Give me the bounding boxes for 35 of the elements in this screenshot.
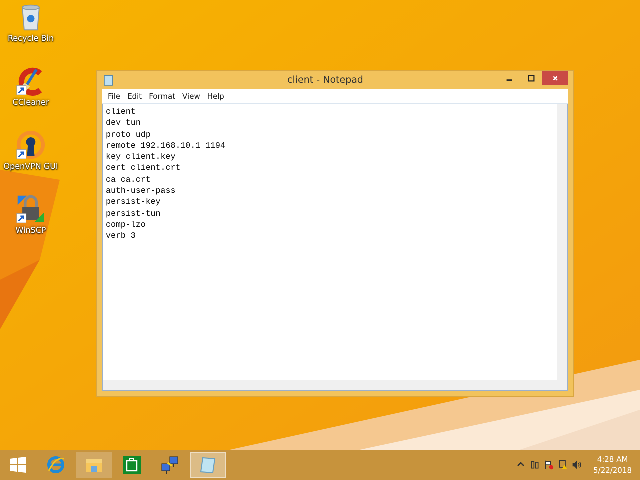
vertical-scrollbar[interactable] [557, 104, 567, 380]
close-button[interactable] [542, 71, 568, 85]
horizontal-scrollbar[interactable] [102, 380, 568, 391]
padlock-icon[interactable] [16, 194, 46, 224]
browser-e-icon [46, 455, 66, 475]
desktop-icon-label: OpenVPN GUI [4, 162, 58, 171]
text-line: auth-user-pass [106, 186, 177, 198]
devices-icon[interactable] [530, 460, 540, 470]
text-editor[interactable]: client dev tun proto udp remote 192.168.10.1 1194 key client.key cert client.crt ca ca.crt auth-user-pass persist-key persist-tun comp-lzo verb 3 [102, 104, 568, 380]
store-bag-icon [122, 455, 142, 475]
text-line: client [106, 107, 137, 118]
flag-error-icon[interactable] [544, 460, 554, 470]
text-line: ca ca.crt [106, 174, 152, 186]
text-line: cert client.crt [106, 163, 182, 175]
notepad-icon [198, 455, 218, 475]
text-line: dev tun [106, 118, 142, 130]
text-line: verb 3 [106, 231, 137, 243]
desktop-icon-label: WinSCP [16, 226, 46, 235]
desktop-icon-label: CCleaner [12, 98, 50, 107]
network-computers-icon [160, 455, 180, 475]
text-line: persist-key [106, 197, 162, 209]
text-line: key client.key [106, 152, 177, 164]
notepad-icon [104, 74, 113, 86]
text-line: proto udp [106, 130, 152, 141]
window-title: client - Notepad [286, 74, 364, 86]
windows-start-icon [8, 455, 28, 475]
speaker-icon[interactable] [572, 460, 582, 470]
text-line: comp-lzo [106, 220, 147, 232]
text-line: persist-tun [106, 208, 162, 220]
close-icon [550, 74, 560, 82]
desktop-icon-label: Recycle Bin [8, 34, 54, 43]
text-line: remote 192.168.10.1 1194 [106, 140, 226, 152]
network-warning-icon[interactable] [558, 460, 568, 470]
maximize-icon [526, 74, 536, 82]
keyhole-icon[interactable] [16, 130, 46, 160]
